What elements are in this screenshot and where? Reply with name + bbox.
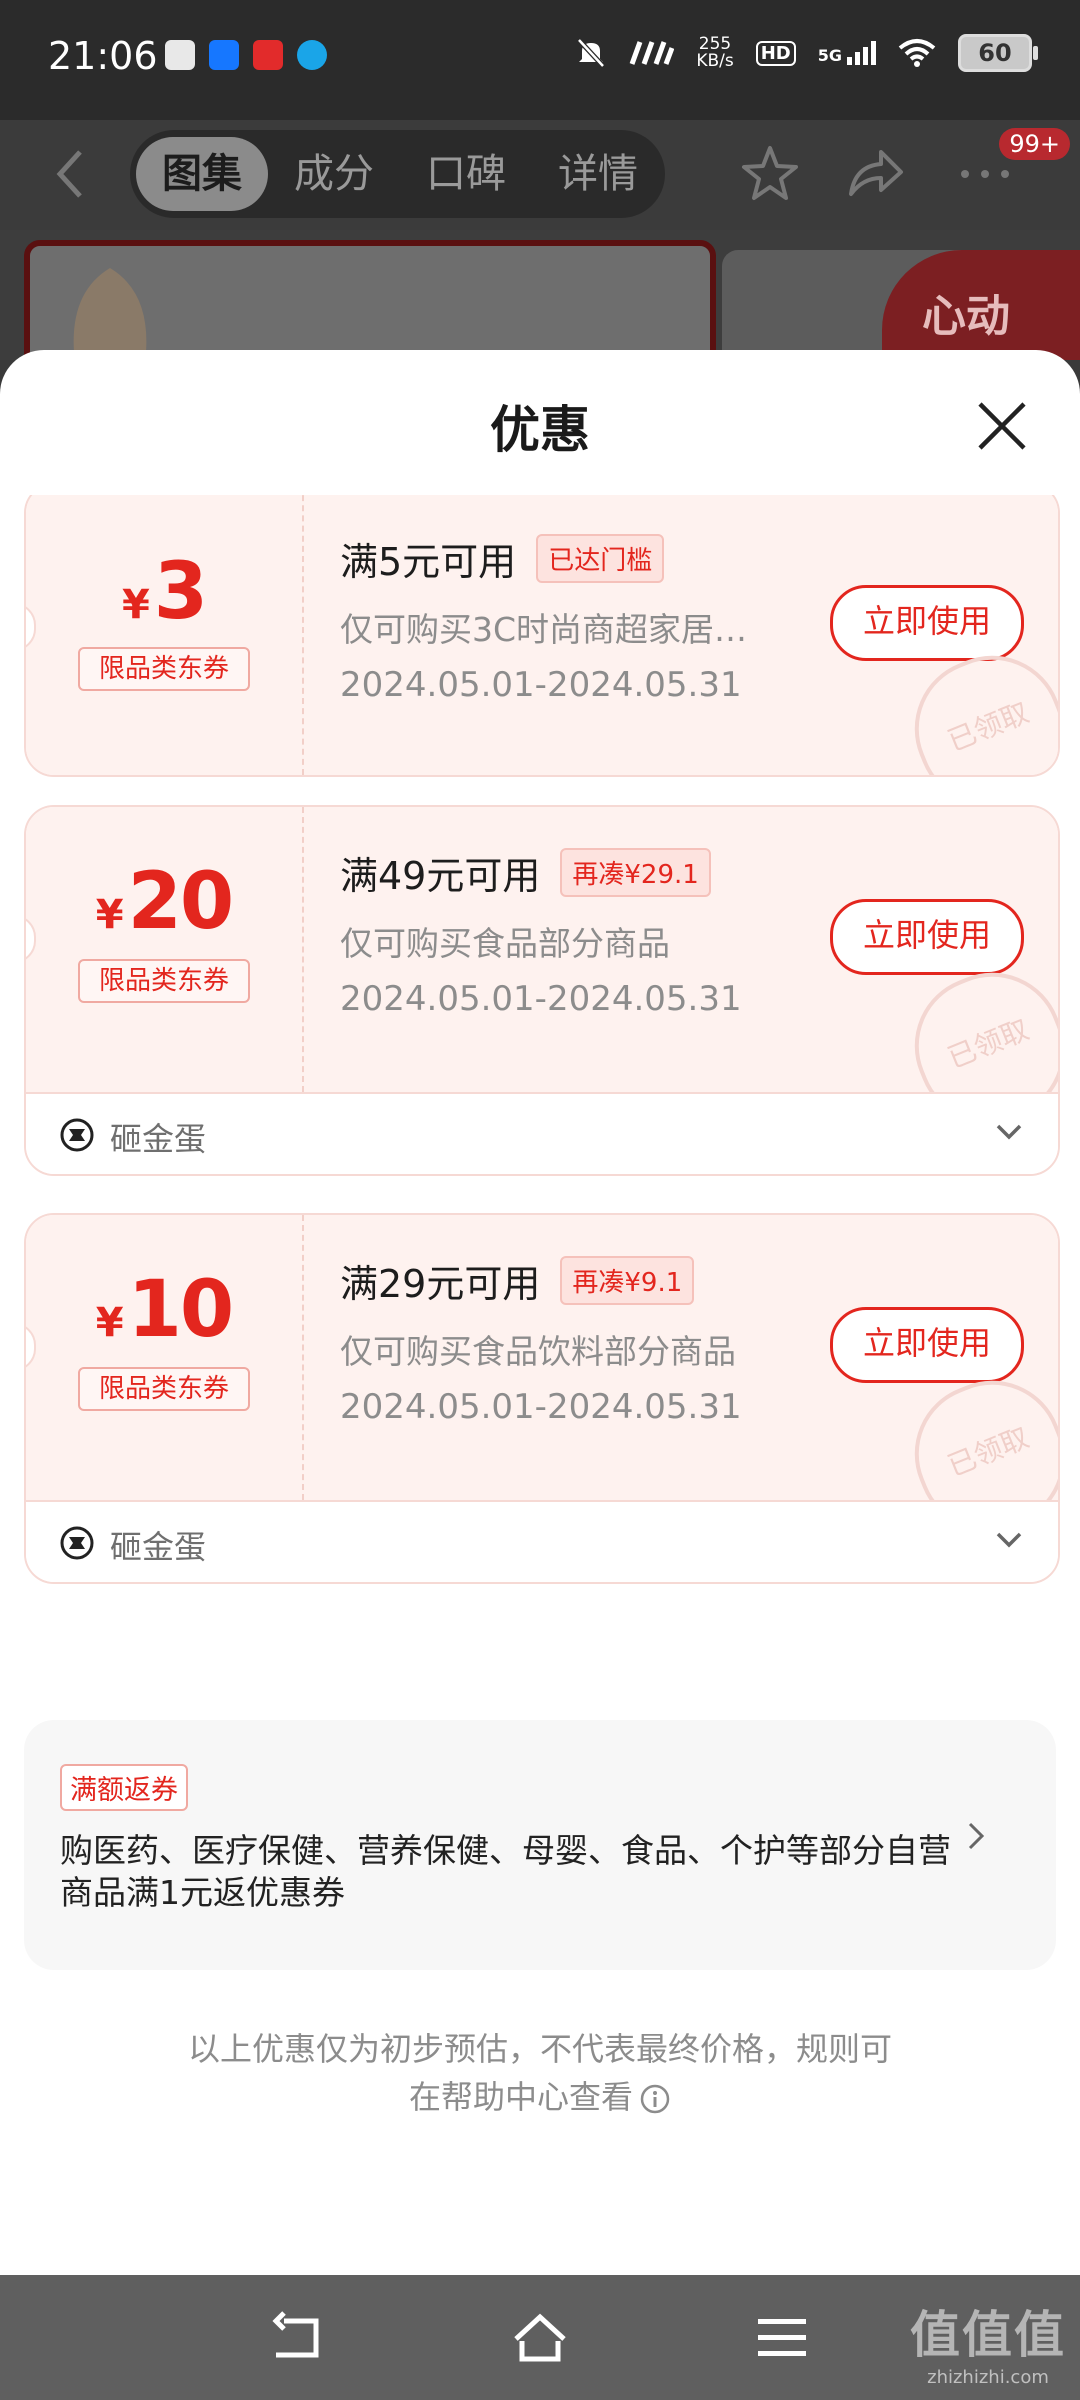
clock: 21:06 [48,34,158,78]
use-now-button[interactable]: 立即使用 [830,585,1024,661]
product-image-secondary: 心动 [722,250,1080,360]
smash-egg-label: 砸金蛋 [110,1120,207,1158]
coupon-card: ¥3 限品类东券 满5元可用 已达门槛 仅可购买3C时尚商超家居… 2024.05… [24,495,1060,777]
promo-label: 心动 [882,250,1080,360]
notification-icons [165,40,327,70]
coupon-value-section: ¥20 限品类东券 [26,807,304,1092]
coupon-card: ¥20 限品类东券 满49元可用 再凑¥29.1 仅可购买食品部分商品 2024.… [24,805,1060,1176]
rebate-description: 购医药、医疗保健、营养保健、母婴、食品、个护等部分自营商品满1元返优惠券 [60,1831,951,1912]
nfc-icon [629,41,675,65]
coupon-scope: 仅可购买食品部分商品 [340,924,670,963]
gallery-notification-icon [165,40,195,70]
share-icon[interactable] [845,144,905,204]
tab-ingredients[interactable]: 成分 [268,137,400,211]
coupon-type-tag: 限品类东券 [78,647,250,691]
message-badge: 99+ [999,128,1070,160]
disclaimer-line-1: 以上优惠仅为初步预估，不代表最终价格，规则可 [187,2030,892,2068]
coupon-amount: ¥20 [95,857,234,947]
coupon-scope: 仅可购买3C时尚商超家居… [340,610,748,649]
coupon-type-tag: 限品类东券 [78,959,250,1003]
coupon-body: ¥10 限品类东券 满29元可用 再凑¥9.1 仅可购买食品饮料部分商品 2024… [26,1215,1058,1553]
system-icons: 255 KB/s HD 5G 60 [576,34,1038,72]
chevron-down-icon[interactable] [994,1120,1024,1144]
disclaimer-line-2: 在帮助中心查看 [0,2073,1080,2121]
hd-icon: HD [755,40,796,66]
coupon-value-section: ¥10 限品类东券 [26,1215,304,1500]
back-icon[interactable] [52,146,88,202]
coupon-threshold: 满29元可用 再凑¥9.1 [340,1253,695,1308]
coupon-period: 2024.05.01-2024.05.31 [340,979,742,1019]
sunflower-seed-logo [73,268,147,352]
status-bar: 21:06 255 KB/s HD 5G 60 [0,0,1080,120]
rebate-tag: 满额返券 [60,1764,188,1811]
coupon-type-tag: 限品类东券 [78,1367,250,1411]
smash-egg-label: 砸金蛋 [110,1528,207,1566]
nav-menu-icon[interactable] [752,2311,812,2365]
coupon-card: ¥10 限品类东券 满29元可用 再凑¥9.1 仅可购买食品饮料部分商品 2024… [24,1213,1060,1584]
coupon-amount: ¥10 [95,1265,234,1355]
coupon-extra-row[interactable]: 砸金蛋 [26,1500,1058,1582]
battery-indicator: 60 [958,34,1038,72]
app-notification-icon [253,40,283,70]
mute-icon [577,38,606,68]
product-tabs: 图集 成分 口碑 详情 [130,130,665,218]
coupon-threshold: 满5元可用 已达门槛 [340,531,665,586]
qq-notification-icon [297,40,327,70]
egg-icon [60,1526,94,1560]
star-icon[interactable] [740,144,800,204]
disclaimer: 以上优惠仅为初步预估，不代表最终价格，规则可 在帮助中心查看 [0,2025,1080,2121]
product-header: 图集 成分 口碑 详情 99+ [0,120,1080,230]
egg-icon [60,1118,94,1152]
coupon-extra-row[interactable]: 砸金蛋 [26,1092,1058,1174]
threshold-status-tag: 再凑¥29.1 [560,848,711,897]
nav-back-icon[interactable] [270,2311,330,2365]
wifi-icon [898,39,936,67]
tab-gallery[interactable]: 图集 [136,137,268,211]
use-now-button[interactable]: 立即使用 [830,899,1024,975]
coupon-value-section: ¥3 限品类东券 [26,495,304,775]
coupon-period: 2024.05.01-2024.05.31 [340,665,742,705]
site-watermark: 值值值 zhizhizhi.com [910,2306,1066,2388]
coupon-body: ¥20 限品类东券 满49元可用 再凑¥29.1 仅可购买食品部分商品 2024.… [26,807,1058,1145]
threshold-status-tag: 再凑¥9.1 [560,1256,695,1305]
tab-reviews[interactable]: 口碑 [400,137,532,211]
chevron-down-icon[interactable] [994,1528,1024,1552]
sheet-title: 优惠 [490,401,590,459]
use-now-button[interactable]: 立即使用 [830,1307,1024,1383]
threshold-status-tag: 已达门槛 [536,534,665,583]
coupon-amount: ¥3 [121,547,208,637]
coupon-body: ¥3 限品类东券 满5元可用 已达门槛 仅可购买3C时尚商超家居… 2024.05… [26,495,1058,775]
coupon-period: 2024.05.01-2024.05.31 [340,1387,742,1427]
nav-home-icon[interactable] [510,2311,570,2365]
alipay-notification-icon [209,40,239,70]
system-nav-bar: 值值值 zhizhizhi.com [0,2275,1080,2400]
info-icon[interactable] [639,2083,671,2115]
offers-sheet: 优惠 ¥3 限品类东券 满5元可用 已达门槛 仅可购买3C时尚商超家居… 2024… [0,350,1080,2275]
coupon-threshold: 满49元可用 再凑¥29.1 [340,845,711,900]
signal-icon: 5G [818,41,876,65]
coupon-list[interactable]: ¥3 限品类东券 满5元可用 已达门槛 仅可购买3C时尚商超家居… 2024.05… [0,495,1080,1935]
product-image [24,240,716,360]
chevron-right-icon[interactable] [966,1820,986,1852]
coupon-scope: 仅可购买食品饮料部分商品 [340,1332,736,1371]
network-speed: 255 KB/s [696,34,734,71]
product-gallery-strip: 心动 [0,230,1080,360]
tab-details[interactable]: 详情 [532,137,664,211]
rebate-card[interactable]: 满额返券 购医药、医疗保健、营养保健、母婴、食品、个护等部分自营商品满1元返优惠… [24,1720,1056,1970]
close-icon[interactable] [974,398,1030,454]
